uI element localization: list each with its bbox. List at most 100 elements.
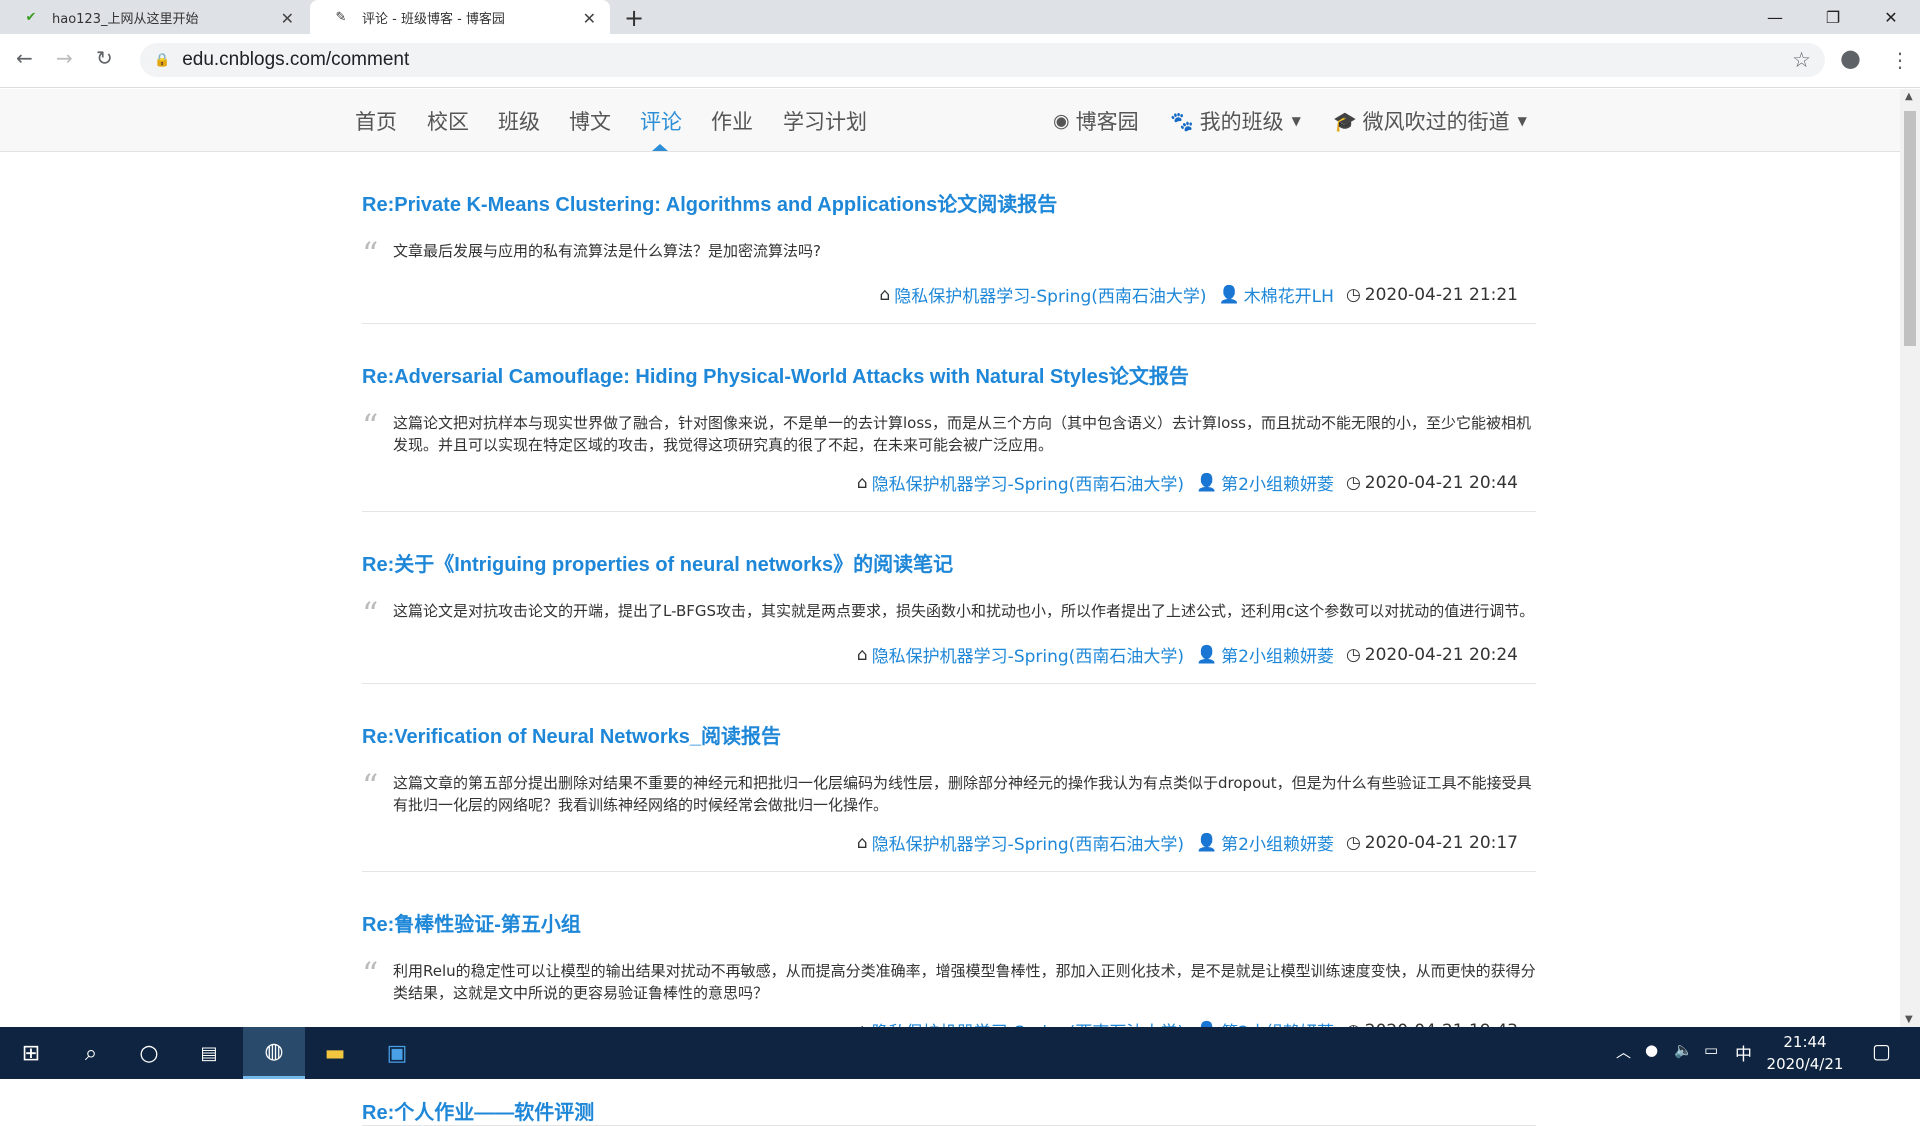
nav-item-study-plan[interactable]: 学习计划 <box>783 106 867 136</box>
bookmark-star-icon[interactable]: ☆ <box>1792 48 1811 72</box>
comment-text: 这篇文章的第五部分提出删除对结果不重要的神经元和把批归一化层编码为线性层，删除部… <box>393 774 1532 814</box>
browser-tab-bar: ✔ hao123_上网从这里开始 ✕ ✎ 评论 - 班级博客 - 博客园 ✕ +… <box>0 0 1920 34</box>
comment-title-link[interactable]: Re:鲁棒性验证-第五小组 <box>362 872 1536 937</box>
user-icon: 👤 <box>1195 832 1218 853</box>
search-icon[interactable]: ⌕ <box>64 1027 118 1079</box>
home-icon: ⌂ <box>856 832 868 853</box>
comment-meta: ⌂ 隐私保护机器学习-Spring(西南石油大学) 👤 第2小组赖妍菱 ◷ 20… <box>362 830 1536 871</box>
nav-item-comments[interactable]: 评论 <box>640 106 682 136</box>
author-link[interactable]: 第2小组赖妍菱 <box>1221 470 1334 495</box>
close-window-icon[interactable]: ✕ <box>1862 0 1920 34</box>
caret-down-icon: ▼ <box>1291 114 1301 128</box>
new-tab-plus-icon[interactable]: + <box>624 4 644 32</box>
nav-item-class[interactable]: 班级 <box>498 106 540 136</box>
nav-my-class-label: 我的班级 <box>1199 110 1284 134</box>
class-link[interactable]: 隐私保护机器学习-Spring(西南石油大学) <box>872 470 1184 495</box>
comment-meta: ⌂ 隐私保护机器学习-Spring(西南石油大学) 👤 第2小组赖妍菱 ◷ 20… <box>362 470 1536 511</box>
cnblogs-favicon-icon: ✎ <box>335 9 347 25</box>
clock-icon: ◷ <box>1345 832 1361 853</box>
comment-meta: ⌂ 隐私保护机器学习-Spring(西南石油大学) 👤 木棉花开LH ◷ 202… <box>362 282 1536 323</box>
nav-cnblogs-link[interactable]: ◉ 博客园 <box>1053 106 1139 136</box>
clock-time: 21:44 <box>1783 1033 1827 1051</box>
address-bar[interactable]: 🔒 edu.cnblogs.com/comment ☆ <box>140 43 1825 77</box>
comment-title-link[interactable]: Re:Private K-Means Clustering: Algorithm… <box>362 152 1536 217</box>
user-icon: 👤 <box>1218 284 1240 305</box>
nav-item-home[interactable]: 首页 <box>355 106 397 136</box>
author-link[interactable]: 木棉花开LH <box>1244 282 1334 307</box>
comment-title-link[interactable]: Re:Adversarial Camouflage: Hiding Physic… <box>362 324 1536 389</box>
clock-icon: ◷ <box>1345 644 1361 665</box>
scroll-down-icon[interactable]: ▼ <box>1905 1014 1913 1025</box>
windows-start-icon[interactable]: ⊞ <box>4 1027 58 1079</box>
clock-icon: ◷ <box>1345 284 1361 305</box>
ime-indicator[interactable]: 中 <box>1735 1040 1752 1065</box>
comment-list: Re:Private K-Means Clustering: Algorithm… <box>362 152 1536 1126</box>
reload-icon[interactable]: ↻ <box>96 46 113 70</box>
hao123-favicon-icon: ✔ <box>25 9 37 25</box>
active-nav-indicator <box>652 144 668 151</box>
chrome-icon[interactable]: ◍ <box>243 1027 305 1079</box>
back-arrow-icon[interactable]: ← <box>16 46 33 70</box>
site-navigation: 首页 校区 班级 博文 评论 作业 学习计划 ◉ 博客园 🐾 我的班级 ▼ 🎓 … <box>0 89 1900 152</box>
user-icon: 👤 <box>1195 472 1218 493</box>
nav-user-dropdown[interactable]: 🎓 微风吹过的街道 ▼ <box>1333 106 1527 136</box>
menu-kebab-icon[interactable]: ⋮ <box>1890 48 1910 72</box>
task-view-icon[interactable]: ▤ <box>182 1027 236 1079</box>
forward-arrow-icon[interactable]: → <box>56 46 73 70</box>
minimize-icon[interactable]: — <box>1746 0 1804 34</box>
restore-icon[interactable]: ❐ <box>1804 0 1862 34</box>
comment-body: “ 这篇论文把对抗样本与现实世界做了融合，针对图像来说，不是单一的去计算loss… <box>362 407 1536 456</box>
comment-body: “ 利用Relu的稳定性可以让模型的输出结果对扰动不再敏感，从而提高分类准确率，… <box>362 955 1536 1004</box>
author-link[interactable]: 第2小组赖妍菱 <box>1221 830 1334 855</box>
caret-down-icon: ▼ <box>1517 114 1527 128</box>
battery-icon[interactable]: ▭ <box>1704 1041 1718 1059</box>
graduation-cap-icon: 🎓 <box>1333 110 1357 133</box>
browser-tab-active[interactable]: ✎ 评论 - 班级博客 - 博客园 ✕ <box>310 0 610 34</box>
close-icon[interactable]: ✕ <box>281 9 294 28</box>
tray-app-icon[interactable]: ● <box>1645 1041 1658 1059</box>
class-link[interactable]: 隐私保护机器学习-Spring(西南石油大学) <box>894 282 1206 307</box>
page-scrollbar[interactable]: ▲ ▼ <box>1900 89 1920 1027</box>
class-link[interactable]: 隐私保护机器学习-Spring(西南石油大学) <box>872 642 1184 667</box>
nav-item-campus[interactable]: 校区 <box>427 106 469 136</box>
scroll-up-icon[interactable]: ▲ <box>1905 91 1913 102</box>
quote-icon: “ <box>362 407 379 445</box>
app-icon[interactable]: ▣ <box>370 1027 424 1079</box>
class-link[interactable]: 隐私保护机器学习-Spring(西南石油大学) <box>872 830 1184 855</box>
comment-text: 这篇论文是对抗攻击论文的开端，提出了L-BFGS攻击，其实就是两点要求，损失函数… <box>393 602 1535 620</box>
notification-icon[interactable]: ▢ <box>1872 1039 1891 1063</box>
clock-date: 2020/4/21 <box>1766 1055 1844 1073</box>
nav-cnblogs-label: 博客园 <box>1075 110 1139 134</box>
comment-time: 2020-04-21 20:44 <box>1364 472 1518 493</box>
url-text[interactable]: edu.cnblogs.com/comment <box>182 49 409 71</box>
quote-icon: “ <box>362 235 379 273</box>
profile-avatar-icon[interactable]: ● <box>1840 44 1861 72</box>
windows-taskbar: ⊞ ⌕ ○ ▤ ◍ ▬ ▣ ︿ ● 🔈 ▭ 中 21:44 2020/4/21 … <box>0 1027 1920 1079</box>
scrollbar-thumb[interactable] <box>1904 111 1916 346</box>
comment-item: Re:Private K-Means Clustering: Algorithm… <box>362 152 1536 324</box>
file-explorer-icon[interactable]: ▬ <box>308 1027 362 1079</box>
comment-text: 文章最后发展与应用的私有流算法是什么算法？是加密流算法吗? <box>393 242 821 260</box>
nav-my-class-dropdown[interactable]: 🐾 我的班级 ▼ <box>1170 106 1301 136</box>
comment-title-link[interactable]: Re:Verification of Neural Networks_阅读报告 <box>362 684 1536 749</box>
nav-item-posts[interactable]: 博文 <box>569 106 611 136</box>
taskbar-clock[interactable]: 21:44 2020/4/21 <box>1760 1031 1850 1075</box>
tab-title: hao123_上网从这里开始 <box>52 11 199 27</box>
browser-tab[interactable]: ✔ hao123_上网从这里开始 ✕ <box>0 0 308 34</box>
nav-item-homework[interactable]: 作业 <box>711 106 753 136</box>
paw-icon: 🐾 <box>1170 110 1194 133</box>
volume-icon[interactable]: 🔈 <box>1674 1041 1693 1059</box>
comment-title-link[interactable]: Re:关于《Intriguing properties of neural ne… <box>362 512 1536 577</box>
cnblogs-logo-icon: ◉ <box>1053 110 1070 132</box>
comment-time: 2020-04-21 20:17 <box>1364 832 1518 853</box>
quote-icon: “ <box>362 767 379 805</box>
close-icon[interactable]: ✕ <box>583 9 596 28</box>
tray-expand-icon[interactable]: ︿ <box>1616 1041 1631 1062</box>
cortana-icon[interactable]: ○ <box>122 1027 176 1079</box>
quote-icon: “ <box>362 955 379 993</box>
comment-body: “ 这篇论文是对抗攻击论文的开端，提出了L-BFGS攻击，其实就是两点要求，损失… <box>362 598 1536 630</box>
author-link[interactable]: 第2小组赖妍菱 <box>1221 642 1334 667</box>
home-icon: ⌂ <box>856 472 868 493</box>
comment-body: “ 这篇文章的第五部分提出删除对结果不重要的神经元和把批归一化层编码为线性层，删… <box>362 767 1536 816</box>
lock-icon: 🔒 <box>154 52 171 68</box>
